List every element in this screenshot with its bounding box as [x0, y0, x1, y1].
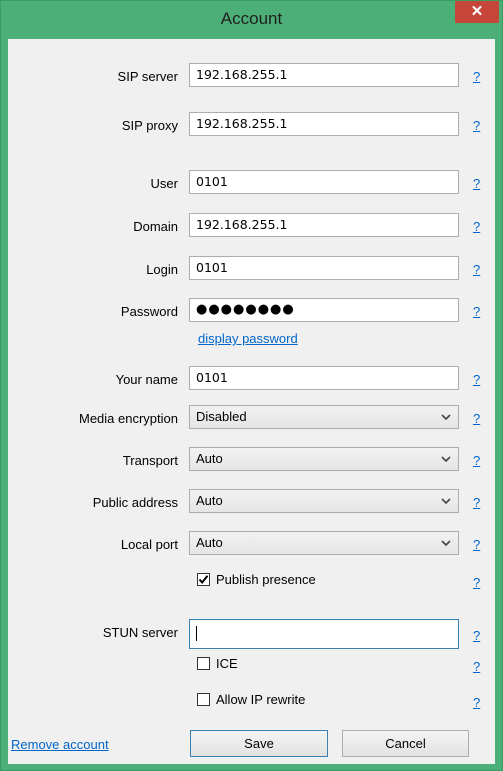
password-label: Password	[120, 304, 178, 319]
domain-input[interactable]: 192.168.255.1	[189, 213, 459, 237]
publish-presence-label: Publish presence	[216, 572, 316, 587]
local-port-select[interactable]: Auto	[189, 531, 459, 555]
publish-presence-box[interactable]	[197, 573, 210, 586]
public-address-help-link[interactable]: ?	[473, 495, 480, 510]
login-help-link[interactable]: ?	[473, 262, 480, 277]
transport-label: Transport	[122, 453, 178, 468]
public-address-select[interactable]: Auto	[189, 489, 459, 513]
password-input[interactable]: ●●●●●●●●	[189, 298, 459, 322]
title-bar[interactable]: Account ✕	[1, 1, 502, 39]
sip-server-label: SIP server	[117, 69, 178, 84]
your-name-help-link[interactable]: ?	[473, 372, 480, 387]
sip-server-help-link[interactable]: ?	[473, 69, 480, 84]
ice-label: ICE	[216, 656, 238, 671]
stun-server-input[interactable]	[189, 619, 459, 649]
checkmark-icon	[198, 575, 209, 585]
media-encryption-help-link[interactable]: ?	[473, 411, 480, 426]
chevron-down-icon	[441, 414, 451, 421]
your-name-label: Your name	[115, 372, 178, 387]
domain-label: Domain	[133, 219, 178, 234]
stun-server-label: STUN server	[102, 625, 178, 640]
user-label: User	[150, 176, 178, 191]
transport-help-link[interactable]: ?	[473, 453, 480, 468]
media-encryption-value: Disabled	[196, 409, 247, 424]
ice-help-link[interactable]: ?	[473, 659, 480, 674]
local-port-value: Auto	[196, 535, 223, 550]
chevron-down-icon	[441, 540, 451, 547]
domain-help-link[interactable]: ?	[473, 219, 480, 234]
password-help-link[interactable]: ?	[473, 304, 480, 319]
transport-value: Auto	[196, 451, 223, 466]
window-title: Account	[220, 9, 283, 28]
publish-presence-help-link[interactable]: ?	[473, 575, 480, 590]
text-caret	[196, 626, 197, 641]
close-icon: ✕	[470, 3, 484, 20]
login-input[interactable]: 0101	[189, 256, 459, 280]
chevron-down-icon	[441, 498, 451, 505]
allow-ip-rewrite-help-link[interactable]: ?	[473, 695, 480, 710]
account-window: Account ✕ SIP server 192.168.255.1 ? SIP…	[0, 0, 503, 771]
allow-ip-rewrite-label: Allow IP rewrite	[216, 692, 306, 707]
login-label: Login	[146, 262, 178, 277]
local-port-help-link[interactable]: ?	[473, 537, 480, 552]
media-encryption-label: Media encryption	[79, 411, 178, 426]
chevron-down-icon	[441, 456, 451, 463]
transport-select[interactable]: Auto	[189, 447, 459, 471]
account-form: SIP server 192.168.255.1 ? SIP proxy 192…	[8, 39, 495, 764]
cancel-button[interactable]: Cancel	[342, 730, 469, 757]
stun-server-help-link[interactable]: ?	[473, 628, 480, 643]
sip-proxy-input[interactable]: 192.168.255.1	[189, 112, 459, 136]
sip-server-input[interactable]: 192.168.255.1	[189, 63, 459, 87]
user-input[interactable]: 0101	[189, 170, 459, 194]
sip-proxy-help-link[interactable]: ?	[473, 118, 480, 133]
media-encryption-select[interactable]: Disabled	[189, 405, 459, 429]
public-address-value: Auto	[196, 493, 223, 508]
user-help-link[interactable]: ?	[473, 176, 480, 191]
public-address-label: Public address	[92, 495, 178, 510]
close-button[interactable]: ✕	[455, 1, 499, 23]
display-password-link[interactable]: display password	[198, 331, 298, 346]
allow-ip-rewrite-box[interactable]	[197, 693, 210, 706]
sip-proxy-label: SIP proxy	[121, 118, 178, 133]
local-port-label: Local port	[120, 537, 178, 552]
your-name-input[interactable]: 0101	[189, 366, 459, 390]
ice-box[interactable]	[197, 657, 210, 670]
save-button[interactable]: Save	[190, 730, 328, 757]
remove-account-link[interactable]: Remove account	[11, 737, 109, 752]
